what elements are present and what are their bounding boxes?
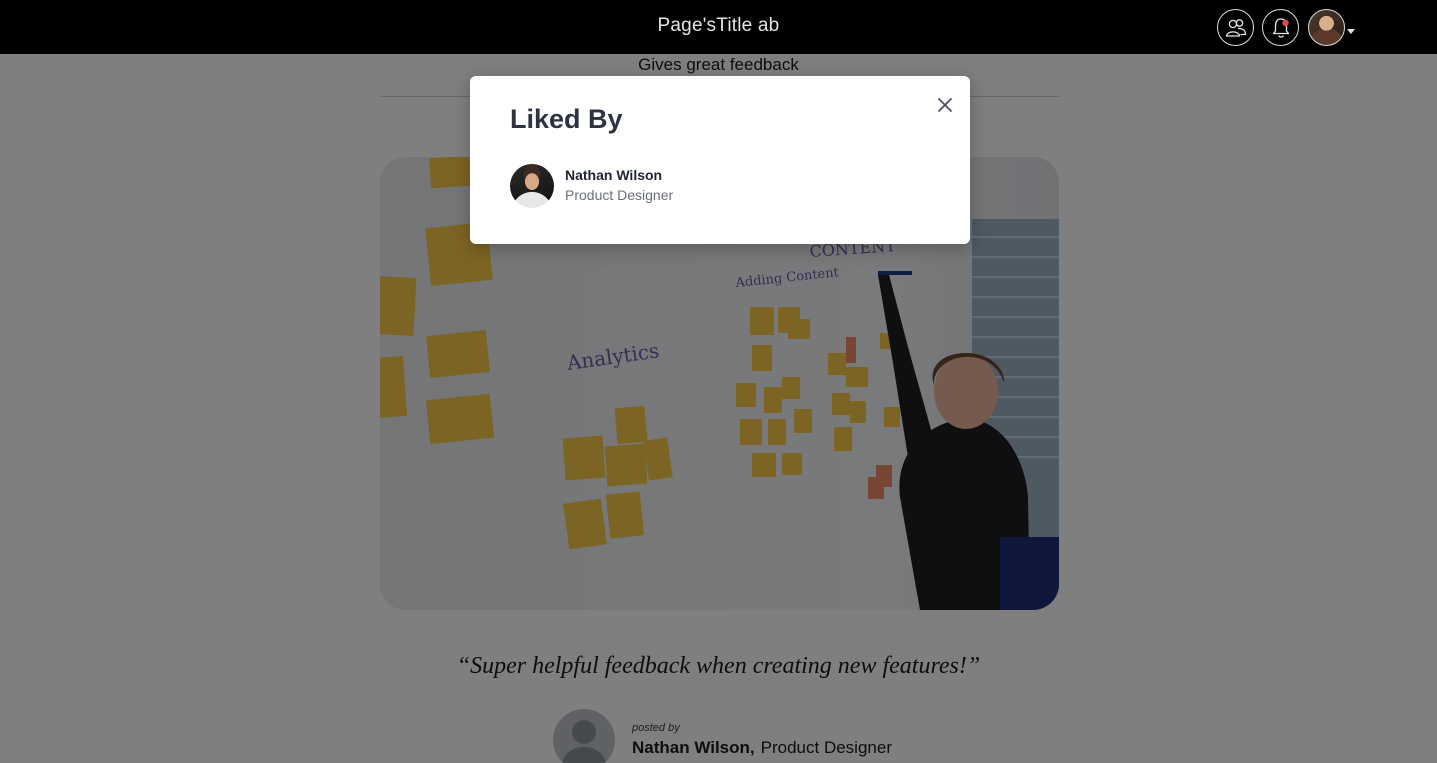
notification-bell-icon[interactable] (1262, 9, 1299, 46)
caret-down-icon[interactable] (1347, 29, 1355, 34)
profile-avatar-icon[interactable] (1308, 9, 1345, 46)
team-icon[interactable] (1217, 9, 1254, 46)
liker-title: Product Designer (565, 187, 674, 203)
top-navigation-bar: Page'sTitle ab (0, 0, 1437, 54)
liker-list-item[interactable]: Nathan Wilson Product Designer (510, 164, 673, 208)
liker-name[interactable]: Nathan Wilson (565, 166, 673, 185)
notification-dot (1281, 19, 1289, 26)
modal-title: Liked By (510, 104, 623, 134)
close-icon[interactable] (934, 94, 956, 116)
liker-avatar[interactable] (510, 164, 554, 208)
liked-by-modal: Liked By Nathan Wilson Product Designer (470, 76, 970, 244)
